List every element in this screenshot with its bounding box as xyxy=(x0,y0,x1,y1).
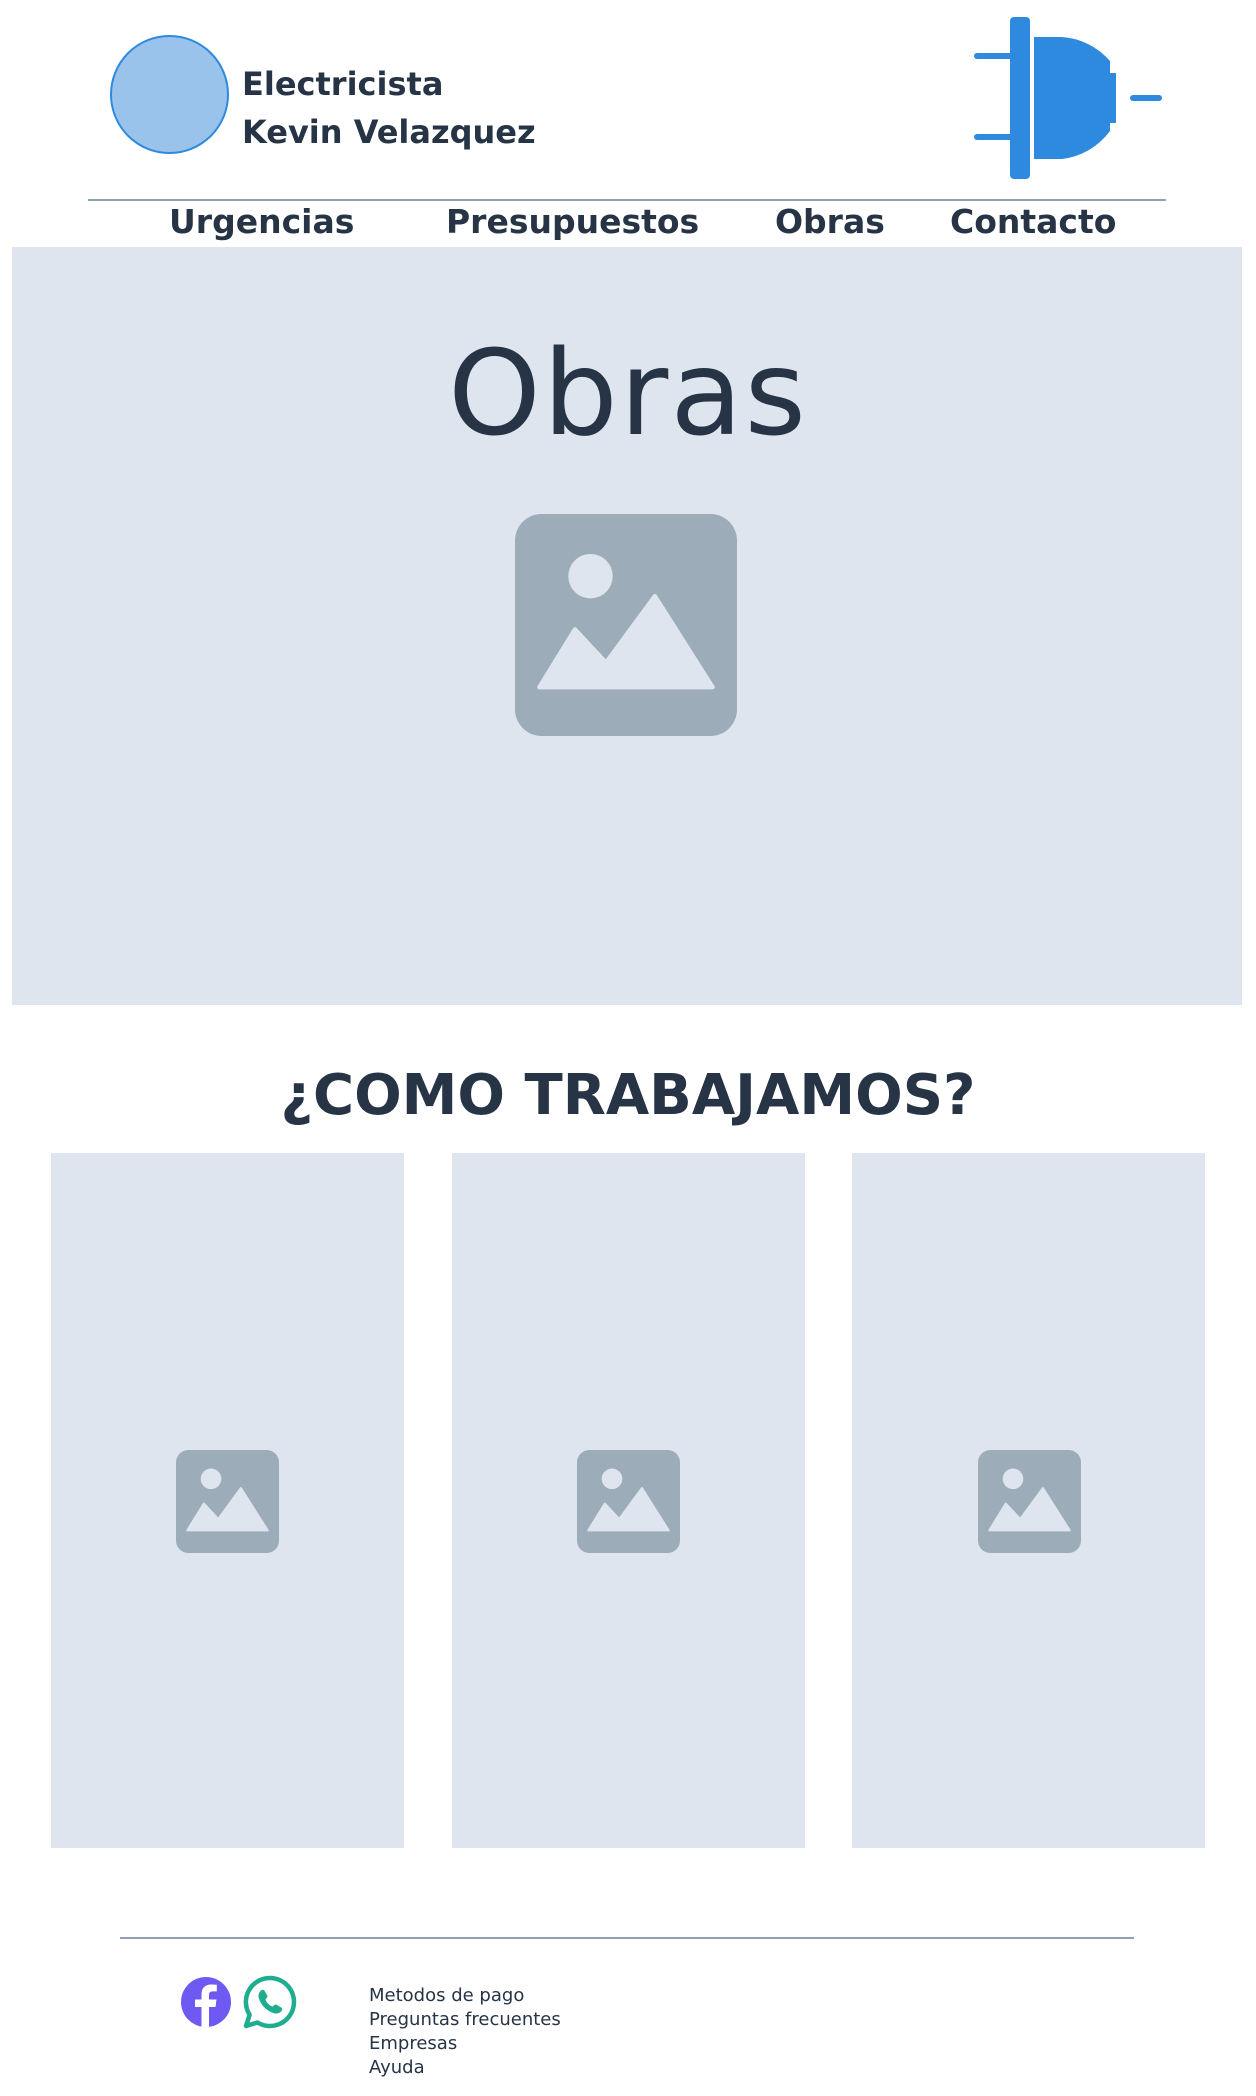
image-placeholder-icon xyxy=(515,514,737,736)
nav-item-obras[interactable]: Obras xyxy=(775,204,885,240)
section-title: ¿COMO TRABAJAMOS? xyxy=(280,1063,976,1128)
nav-item-urgencias[interactable]: Urgencias xyxy=(169,204,354,240)
whatsapp-icon[interactable] xyxy=(242,1974,298,2030)
facebook-icon[interactable] xyxy=(178,1974,234,2030)
electric-plug-icon xyxy=(974,17,1162,179)
nav-item-presupuestos[interactable]: Presupuestos xyxy=(446,204,699,240)
nav-top-divider xyxy=(88,199,1166,201)
footer-divider xyxy=(120,1937,1134,1939)
brand-subtitle: Kevin Velazquez xyxy=(242,113,536,151)
image-placeholder-icon xyxy=(978,1450,1081,1553)
image-placeholder-icon xyxy=(577,1450,680,1553)
image-placeholder-icon xyxy=(176,1450,279,1553)
footer-link-help[interactable]: Ayuda xyxy=(369,2056,425,2080)
page-title: Obras xyxy=(447,324,809,462)
nav-item-contacto[interactable]: Contacto xyxy=(950,204,1116,240)
footer-link-companies[interactable]: Empresas xyxy=(369,2032,457,2056)
avatar xyxy=(110,35,229,154)
brand-name: Electricista xyxy=(242,65,444,103)
footer-link-payment-methods[interactable]: Metodos de pago xyxy=(369,1984,524,2008)
footer-link-faq[interactable]: Preguntas frecuentes xyxy=(369,2008,561,2032)
